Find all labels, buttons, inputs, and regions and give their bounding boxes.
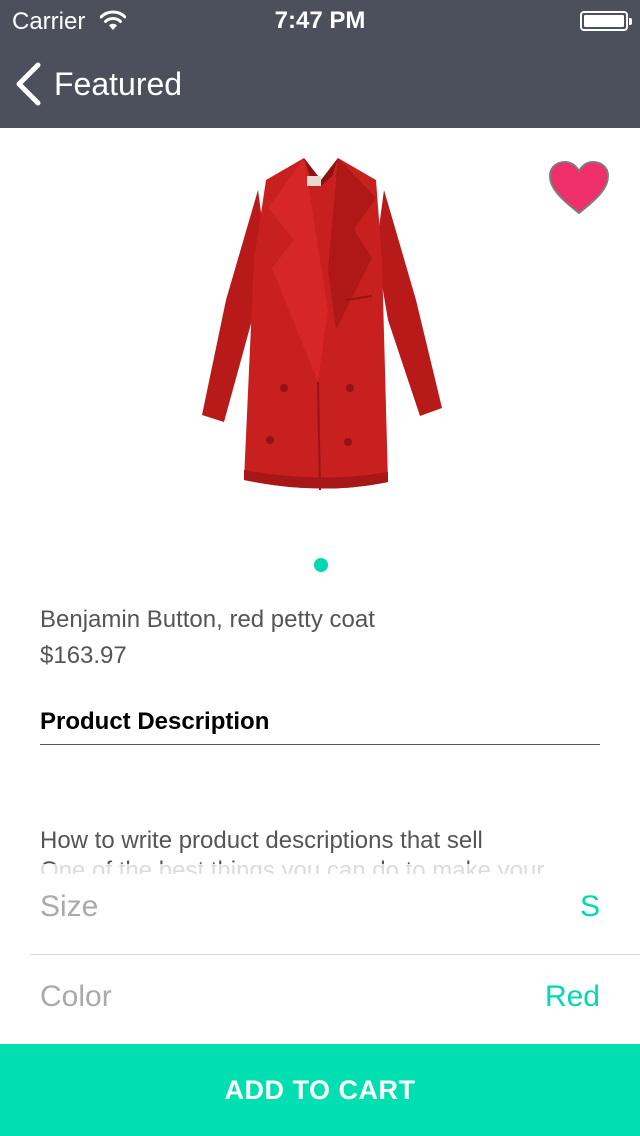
- product-price: $163.97: [40, 642, 127, 669]
- red-coat-image: [202, 158, 442, 491]
- product-name: Benjamin Button, red petty coat: [40, 606, 375, 633]
- add-to-cart-button[interactable]: ADD TO CART: [0, 1044, 640, 1136]
- status-time: 7:47 PM: [274, 7, 366, 34]
- product-detail-screen: Carrier 7:47 PM Featured Benjamin Button…: [0, 0, 640, 1136]
- back-label: Featured: [54, 65, 183, 102]
- chevron-left-icon: [16, 62, 41, 106]
- color-label: Color: [40, 980, 112, 1013]
- battery-icon: [580, 11, 632, 31]
- top-bar: Carrier 7:47 PM Featured: [0, 0, 640, 128]
- size-label: Size: [40, 890, 99, 923]
- description-line: How to write product descriptions that s…: [40, 827, 483, 854]
- options-divider: [30, 954, 640, 955]
- favorite-heart-icon[interactable]: [548, 160, 610, 216]
- divider: [40, 744, 600, 745]
- color-option-row[interactable]: Color Red: [0, 954, 640, 1042]
- description-heading: Product Description: [40, 708, 270, 735]
- product-image-carousel[interactable]: [0, 128, 640, 528]
- back-button[interactable]: Featured: [14, 60, 182, 108]
- size-value: S: [579, 890, 600, 923]
- color-value: Red: [544, 980, 600, 1013]
- size-option-row[interactable]: Size S: [0, 864, 640, 952]
- page-indicator-dot: [314, 558, 328, 572]
- navigation-bar: Featured: [0, 40, 640, 128]
- status-bar: Carrier 7:47 PM: [0, 0, 640, 40]
